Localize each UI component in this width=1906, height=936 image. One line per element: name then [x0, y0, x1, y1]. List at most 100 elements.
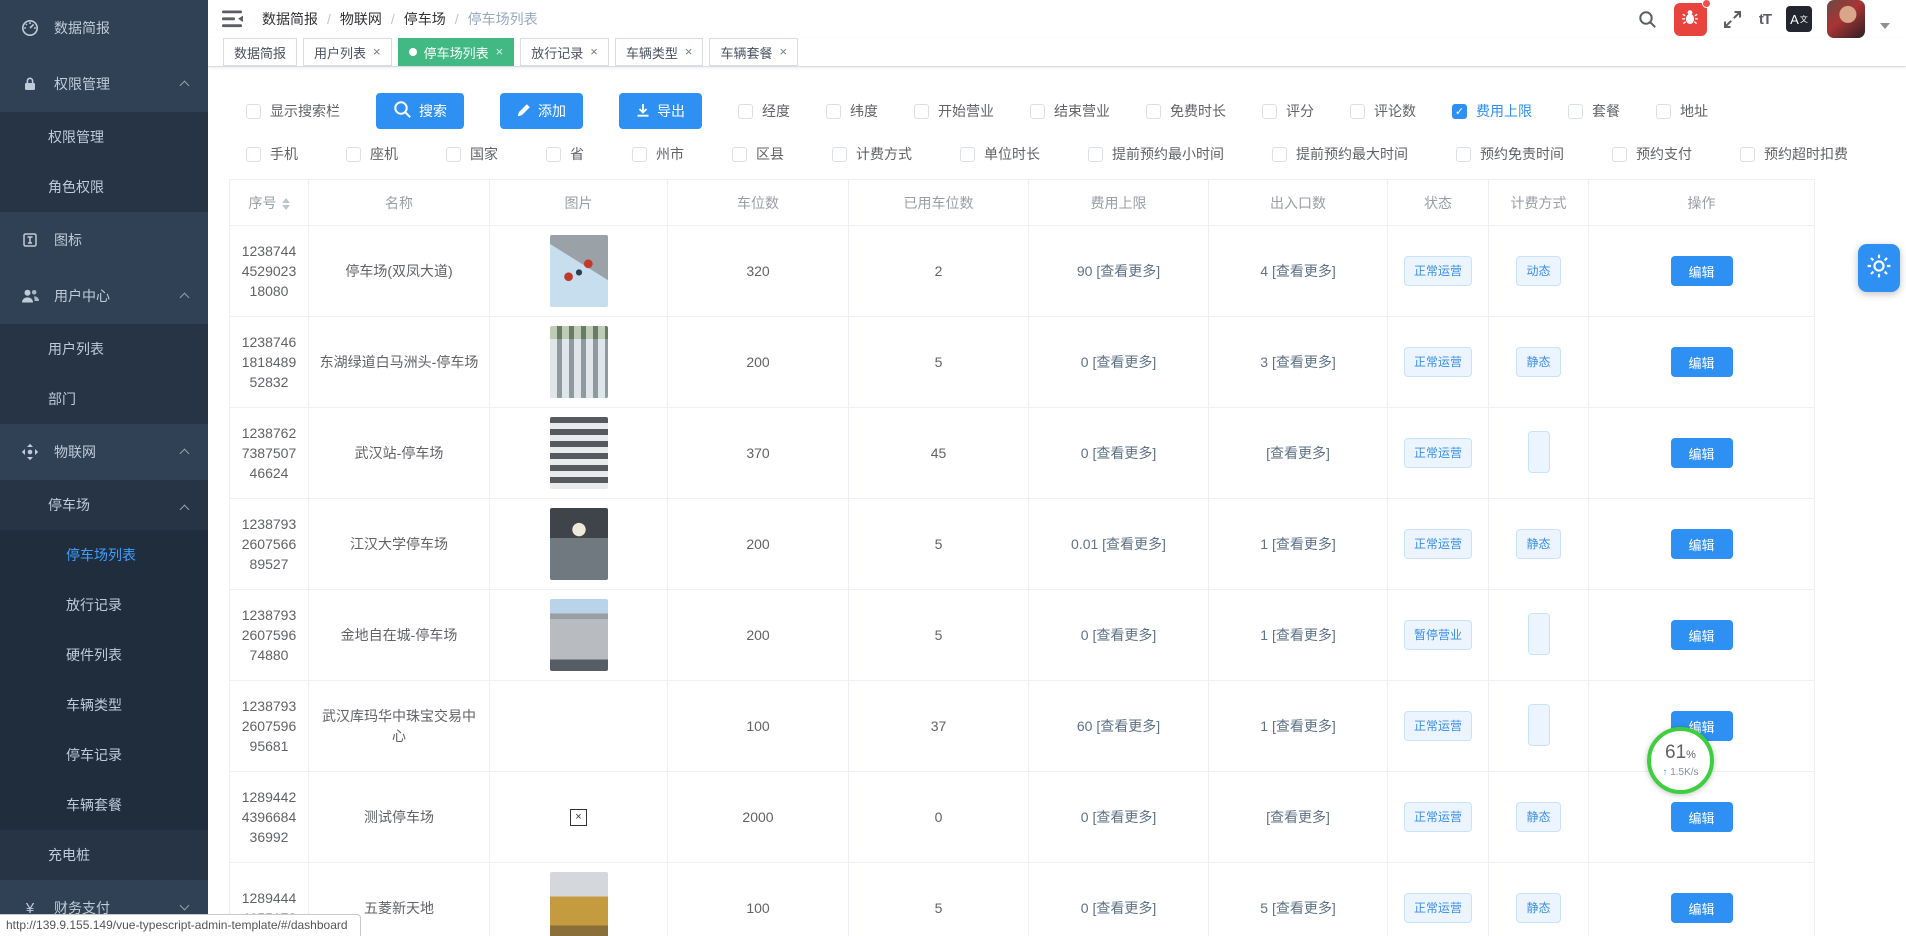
- caret-down-icon[interactable]: [1880, 23, 1890, 29]
- close-icon[interactable]: ×: [373, 46, 381, 58]
- checkbox-地址[interactable]: 地址: [1656, 101, 1708, 121]
- checkbox-开始营业[interactable]: 开始营业: [914, 101, 994, 121]
- sort-icons[interactable]: [282, 198, 290, 210]
- hamburger-icon[interactable]: [222, 10, 244, 28]
- tab-车辆类型[interactable]: 车辆类型×: [615, 38, 704, 66]
- checkbox-评论数[interactable]: 评论数: [1350, 101, 1416, 121]
- 导出-button[interactable]: 导出: [619, 93, 702, 129]
- cell-fee[interactable]: 0 [查看更多]: [1029, 408, 1209, 499]
- checkbox-手机[interactable]: 手机: [246, 144, 298, 164]
- edit-button[interactable]: 编辑: [1671, 893, 1733, 923]
- edit-button[interactable]: 编辑: [1671, 438, 1733, 468]
- parking-photo-cars[interactable]: [550, 326, 608, 398]
- cell-gates[interactable]: 1 [查看更多]: [1209, 499, 1388, 590]
- text-size-icon[interactable]: tT: [1759, 11, 1771, 28]
- cell-gates[interactable]: 5 [查看更多]: [1209, 863, 1388, 936]
- cell-gates[interactable]: [查看更多]: [1209, 772, 1388, 863]
- breadcrumb-item-数据简报[interactable]: 数据简报: [262, 9, 318, 29]
- sidebar-item-6-用户列表[interactable]: 用户列表: [0, 324, 208, 374]
- sidebar-item-8-物联网[interactable]: 物联网: [0, 424, 208, 480]
- translate-icon[interactable]: A文: [1786, 6, 1812, 32]
- checkbox-纬度[interactable]: 纬度: [826, 101, 878, 121]
- search-icon[interactable]: [1637, 8, 1659, 30]
- cell-fee[interactable]: 0 [查看更多]: [1029, 317, 1209, 408]
- 添加-button[interactable]: 添加: [500, 93, 583, 129]
- fullscreen-icon[interactable]: [1722, 8, 1744, 30]
- sidebar-item-16-充电桩[interactable]: 充电桩: [0, 830, 208, 880]
- checkbox-州市[interactable]: 州市: [632, 144, 684, 164]
- checkbox-省[interactable]: 省: [546, 144, 584, 164]
- breadcrumb-item-物联网[interactable]: 物联网: [340, 9, 382, 29]
- sidebar-item-1-权限管理[interactable]: 权限管理: [0, 56, 208, 112]
- parking-photo-garage[interactable]: [550, 508, 608, 580]
- close-icon[interactable]: ×: [590, 46, 598, 58]
- cell-gates[interactable]: 4 [查看更多]: [1209, 226, 1388, 317]
- breadcrumb-item-停车场[interactable]: 停车场: [404, 9, 446, 29]
- cell-fee[interactable]: 0 [查看更多]: [1029, 863, 1209, 936]
- checkbox-结束营业[interactable]: 结束营业: [1030, 101, 1110, 121]
- edit-button[interactable]: 编辑: [1671, 529, 1733, 559]
- tab-数据简报[interactable]: 数据简报: [223, 38, 297, 66]
- close-icon[interactable]: ×: [685, 46, 693, 58]
- checkbox-费用上限[interactable]: ✓费用上限: [1452, 101, 1532, 121]
- col-header-车位数: 车位数: [668, 180, 849, 226]
- checkbox-单位时长[interactable]: 单位时长: [960, 144, 1040, 164]
- checkbox-套餐[interactable]: 套餐: [1568, 101, 1620, 121]
- checkbox-提前预约最大时间[interactable]: 提前预约最大时间: [1272, 144, 1408, 164]
- table-row: 12894444655172五菱新天地10050 [查看更多]5 [查看更多]正…: [230, 863, 1815, 936]
- parking-photo-aerial[interactable]: [550, 417, 608, 489]
- cell-gates[interactable]: 1 [查看更多]: [1209, 681, 1388, 772]
- cell-fee[interactable]: 0.01 [查看更多]: [1029, 499, 1209, 590]
- edit-button[interactable]: 编辑: [1671, 256, 1733, 286]
- sidebar-item-0-数据简报[interactable]: 数据简报: [0, 0, 208, 56]
- sidebar-item-3-角色权限[interactable]: 角色权限: [0, 162, 208, 212]
- checkbox-预约免责时间[interactable]: 预约免责时间: [1456, 144, 1564, 164]
- checkbox-评分[interactable]: 评分: [1262, 101, 1314, 121]
- avatar[interactable]: [1827, 0, 1865, 38]
- checkbox-预约超时扣费[interactable]: 预约超时扣费: [1740, 144, 1848, 164]
- cell-fee[interactable]: 90 [查看更多]: [1029, 226, 1209, 317]
- tab-停车场列表[interactable]: 停车场列表×: [398, 38, 515, 66]
- sidebar-item-14-停车记录[interactable]: 停车记录: [0, 730, 208, 780]
- tab-用户列表[interactable]: 用户列表×: [303, 38, 392, 66]
- sidebar-item-11-放行记录[interactable]: 放行记录: [0, 580, 208, 630]
- checkbox-国家[interactable]: 国家: [446, 144, 498, 164]
- sidebar-item-5-用户中心[interactable]: 用户中心: [0, 268, 208, 324]
- checkbox-提前预约最小时间[interactable]: 提前预约最小时间: [1088, 144, 1224, 164]
- sidebar-item-12-硬件列表[interactable]: 硬件列表: [0, 630, 208, 680]
- cell-gates[interactable]: 3 [查看更多]: [1209, 317, 1388, 408]
- sidebar-item-7-部门[interactable]: 部门: [0, 374, 208, 424]
- sidebar-item-4-图标[interactable]: 图标: [0, 212, 208, 268]
- sidebar-item-9-停车场[interactable]: 停车场: [0, 480, 208, 530]
- tab-车辆套餐[interactable]: 车辆套餐×: [709, 38, 798, 66]
- tab-放行记录[interactable]: 放行记录×: [520, 38, 609, 66]
- checkbox-预约支付[interactable]: 预约支付: [1612, 144, 1692, 164]
- cell-fee[interactable]: 0 [查看更多]: [1029, 772, 1209, 863]
- col-header-序号[interactable]: 序号: [230, 180, 309, 226]
- checkbox-区县[interactable]: 区县: [732, 144, 784, 164]
- edit-button[interactable]: 编辑: [1671, 802, 1733, 832]
- close-icon[interactable]: ×: [779, 46, 787, 58]
- cell-fee[interactable]: 0 [查看更多]: [1029, 590, 1209, 681]
- cell-gates[interactable]: [查看更多]: [1209, 408, 1388, 499]
- checkbox-免费时长[interactable]: 免费时长: [1146, 101, 1226, 121]
- checkbox-计费方式[interactable]: 计费方式: [832, 144, 912, 164]
- checkbox-座机[interactable]: 座机: [346, 144, 398, 164]
- cell-fee[interactable]: 60 [查看更多]: [1029, 681, 1209, 772]
- sidebar-item-13-车辆类型[interactable]: 车辆类型: [0, 680, 208, 730]
- sidebar-item-15-车辆套餐[interactable]: 车辆套餐: [0, 780, 208, 830]
- settings-gear-button[interactable]: [1858, 244, 1900, 292]
- error-log-button[interactable]: [1674, 3, 1707, 36]
- parking-photo-building[interactable]: [550, 599, 608, 671]
- checkbox-显示搜索栏[interactable]: 显示搜索栏: [246, 101, 340, 121]
- sidebar-item-10-停车场列表[interactable]: 停车场列表: [0, 530, 208, 580]
- checkbox-经度[interactable]: 经度: [738, 101, 790, 121]
- parking-photo-mall[interactable]: [550, 872, 608, 936]
- close-icon[interactable]: ×: [496, 46, 504, 58]
- sidebar-item-2-权限管理[interactable]: 权限管理: [0, 112, 208, 162]
- 搜索-button[interactable]: 搜索: [376, 93, 464, 129]
- edit-button[interactable]: 编辑: [1671, 347, 1733, 377]
- cell-gates[interactable]: 1 [查看更多]: [1209, 590, 1388, 681]
- parking-photo-people[interactable]: [550, 235, 608, 307]
- edit-button[interactable]: 编辑: [1671, 620, 1733, 650]
